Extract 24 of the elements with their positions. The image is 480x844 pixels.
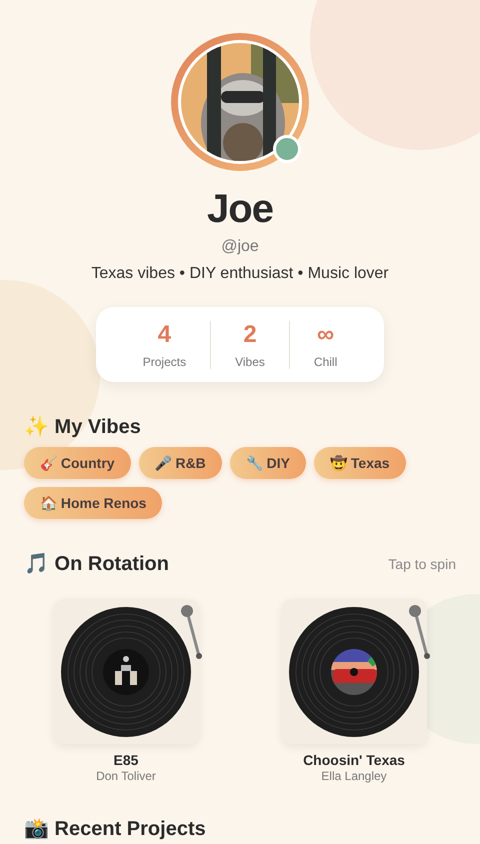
stat-label: Projects: [142, 354, 186, 368]
tap-hint: Tap to spin: [388, 556, 456, 572]
stat-value: ∞: [317, 320, 334, 348]
record-title: Choosin' Texas: [303, 752, 405, 768]
section-heading: 🎵 On Rotation: [24, 552, 169, 576]
vibe-tag[interactable]: 🎸 Country: [24, 447, 131, 479]
tonearm-icon: [178, 604, 202, 662]
profile-name: Joe: [207, 187, 273, 232]
tonearm-icon: [406, 604, 430, 662]
vibe-tag[interactable]: 🔧 DIY: [230, 447, 306, 479]
record-title: E85: [114, 752, 138, 768]
record-artist: Don Toliver: [96, 769, 156, 783]
vibe-tag[interactable]: 🤠 Texas: [314, 447, 406, 479]
stat-label: Chill: [314, 354, 338, 368]
stat-value: 4: [158, 320, 172, 348]
section-heading: ✨ My Vibes: [24, 414, 142, 439]
stat-value: 2: [243, 320, 257, 348]
vibe-tag[interactable]: 🎤 R&B: [138, 447, 222, 479]
profile-bio: Texas vibes • DIY enthusiast • Music lover: [91, 265, 389, 283]
record-artist: Ella Langley: [321, 769, 387, 783]
stat-label: Vibes: [235, 354, 265, 368]
profile-handle: @joe: [221, 238, 259, 256]
section-heading: 📸 Recent Projects: [24, 817, 207, 841]
vibe-tag[interactable]: 🏠 Home Renos: [24, 487, 162, 519]
